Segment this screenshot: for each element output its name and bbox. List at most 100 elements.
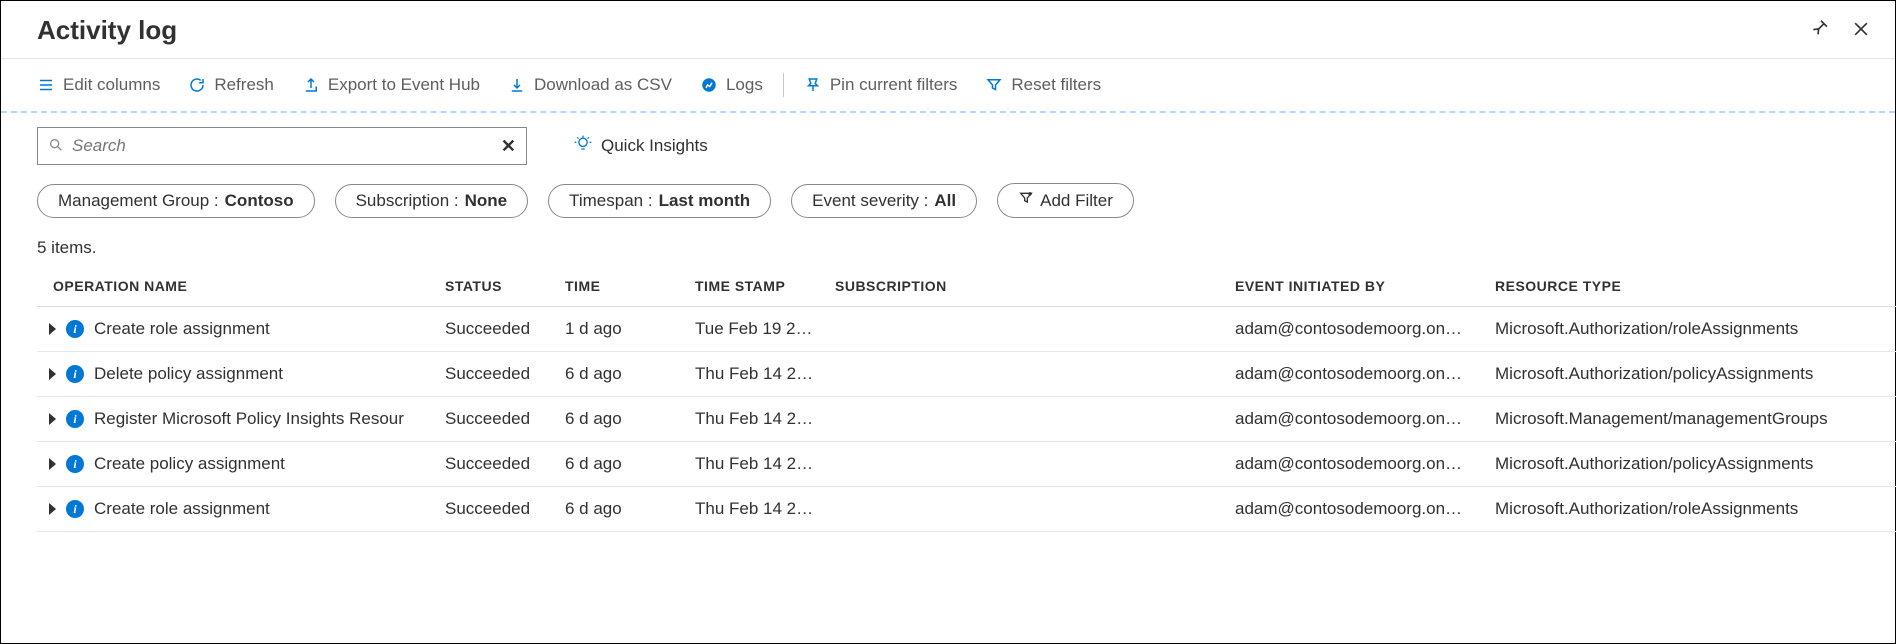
initiated-by-cell: adam@contosodemoorg.on… bbox=[1227, 442, 1487, 487]
quick-insights-button[interactable]: Quick Insights bbox=[573, 134, 708, 159]
clear-search-icon[interactable]: ✕ bbox=[501, 136, 516, 157]
timestamp-cell: Thu Feb 14 2… bbox=[687, 352, 827, 397]
expand-chevron-icon[interactable] bbox=[49, 458, 56, 470]
resource-type-cell: Microsoft.Management/managementGroups bbox=[1487, 397, 1896, 442]
resource-type-cell: Microsoft.Authorization/roleAssignments bbox=[1487, 487, 1896, 532]
info-icon: i bbox=[66, 365, 84, 383]
sub-filter-label: Subscription : bbox=[356, 191, 459, 211]
search-input[interactable] bbox=[64, 136, 501, 156]
reset-filters-icon bbox=[985, 76, 1003, 94]
operation-name: Create policy assignment bbox=[94, 454, 285, 474]
toolbar: Edit columns Refresh Export to Event Hub… bbox=[1, 59, 1895, 113]
logs-button[interactable]: Logs bbox=[700, 75, 763, 95]
items-count: 5 items. bbox=[1, 224, 1895, 266]
status-cell: Succeeded bbox=[437, 442, 557, 487]
initiated-by-cell: adam@contosodemoorg.on… bbox=[1227, 487, 1487, 532]
close-icon[interactable] bbox=[1851, 19, 1871, 42]
initiated-by-cell: adam@contosodemoorg.on… bbox=[1227, 397, 1487, 442]
activity-table: Operation name Status Time Time stamp Su… bbox=[37, 266, 1896, 532]
info-icon: i bbox=[66, 500, 84, 518]
add-filter-icon bbox=[1018, 190, 1034, 211]
logs-label: Logs bbox=[726, 75, 763, 95]
timespan-filter-label: Timespan : bbox=[569, 191, 652, 211]
add-filter-button[interactable]: Add Filter bbox=[997, 183, 1134, 218]
col-header-time[interactable]: Time bbox=[557, 266, 687, 307]
pin-filters-button[interactable]: Pin current filters bbox=[804, 75, 958, 95]
pin-icon[interactable] bbox=[1811, 19, 1831, 42]
operation-name: Create role assignment bbox=[94, 499, 270, 519]
header-icon-group bbox=[1811, 19, 1871, 42]
col-header-resource-type[interactable]: Resource type bbox=[1487, 266, 1896, 307]
status-cell: Succeeded bbox=[437, 487, 557, 532]
download-csv-button[interactable]: Download as CSV bbox=[508, 75, 672, 95]
pin-filters-label: Pin current filters bbox=[830, 75, 958, 95]
filter-pill-severity[interactable]: Event severity : All bbox=[791, 184, 977, 218]
download-label: Download as CSV bbox=[534, 75, 672, 95]
info-icon: i bbox=[66, 320, 84, 338]
severity-filter-value: All bbox=[934, 191, 956, 211]
operation-name: Delete policy assignment bbox=[94, 364, 283, 384]
columns-icon bbox=[37, 76, 55, 94]
quick-insights-label: Quick Insights bbox=[601, 136, 708, 156]
table-header: Operation name Status Time Time stamp Su… bbox=[37, 266, 1896, 307]
mg-filter-value: Contoso bbox=[225, 191, 294, 211]
table-row[interactable]: i Create policy assignment Succeeded 6 d… bbox=[37, 442, 1896, 487]
search-icon bbox=[48, 137, 64, 156]
time-cell: 6 d ago bbox=[557, 487, 687, 532]
table-row[interactable]: i Create role assignment Succeeded 1 d a… bbox=[37, 307, 1896, 352]
col-header-subscription[interactable]: Subscription bbox=[827, 266, 1227, 307]
subscription-cell bbox=[827, 397, 1227, 442]
toolbar-divider bbox=[783, 73, 784, 97]
timestamp-cell: Tue Feb 19 2… bbox=[687, 307, 827, 352]
download-icon bbox=[508, 76, 526, 94]
col-header-initiated-by[interactable]: Event initiated by bbox=[1227, 266, 1487, 307]
col-header-status[interactable]: Status bbox=[437, 266, 557, 307]
table-row[interactable]: i Create role assignment Succeeded 6 d a… bbox=[37, 487, 1896, 532]
lightbulb-icon bbox=[573, 134, 593, 159]
operation-name: Create role assignment bbox=[94, 319, 270, 339]
expand-chevron-icon[interactable] bbox=[49, 503, 56, 515]
reset-filters-button[interactable]: Reset filters bbox=[985, 75, 1101, 95]
resource-type-cell: Microsoft.Authorization/roleAssignments bbox=[1487, 307, 1896, 352]
timestamp-cell: Thu Feb 14 2… bbox=[687, 487, 827, 532]
time-cell: 6 d ago bbox=[557, 397, 687, 442]
subscription-cell bbox=[827, 352, 1227, 397]
severity-filter-label: Event severity : bbox=[812, 191, 928, 211]
status-cell: Succeeded bbox=[437, 307, 557, 352]
col-header-operation[interactable]: Operation name bbox=[37, 266, 437, 307]
initiated-by-cell: adam@contosodemoorg.on… bbox=[1227, 307, 1487, 352]
status-cell: Succeeded bbox=[437, 352, 557, 397]
filter-pill-subscription[interactable]: Subscription : None bbox=[335, 184, 529, 218]
edit-columns-button[interactable]: Edit columns bbox=[37, 75, 160, 95]
pin-filters-icon bbox=[804, 76, 822, 94]
info-icon: i bbox=[66, 455, 84, 473]
export-label: Export to Event Hub bbox=[328, 75, 480, 95]
expand-chevron-icon[interactable] bbox=[49, 323, 56, 335]
filter-pill-management-group[interactable]: Management Group : Contoso bbox=[37, 184, 315, 218]
export-event-hub-button[interactable]: Export to Event Hub bbox=[302, 75, 480, 95]
search-row: ✕ Quick Insights bbox=[1, 113, 1895, 173]
logs-icon bbox=[700, 76, 718, 94]
refresh-button[interactable]: Refresh bbox=[188, 75, 274, 95]
time-cell: 1 d ago bbox=[557, 307, 687, 352]
blade-header: Activity log bbox=[1, 1, 1895, 59]
subscription-cell bbox=[827, 307, 1227, 352]
table-row[interactable]: i Delete policy assignment Succeeded 6 d… bbox=[37, 352, 1896, 397]
timestamp-cell: Thu Feb 14 2… bbox=[687, 442, 827, 487]
resource-type-cell: Microsoft.Authorization/policyAssignment… bbox=[1487, 352, 1896, 397]
expand-chevron-icon[interactable] bbox=[49, 413, 56, 425]
expand-chevron-icon[interactable] bbox=[49, 368, 56, 380]
resource-type-cell: Microsoft.Authorization/policyAssignment… bbox=[1487, 442, 1896, 487]
export-icon bbox=[302, 76, 320, 94]
search-box[interactable]: ✕ bbox=[37, 127, 527, 165]
initiated-by-cell: adam@contosodemoorg.on… bbox=[1227, 352, 1487, 397]
timespan-filter-value: Last month bbox=[659, 191, 751, 211]
table-row[interactable]: i Register Microsoft Policy Insights Res… bbox=[37, 397, 1896, 442]
filter-pill-timespan[interactable]: Timespan : Last month bbox=[548, 184, 771, 218]
sub-filter-value: None bbox=[465, 191, 508, 211]
time-cell: 6 d ago bbox=[557, 352, 687, 397]
refresh-label: Refresh bbox=[214, 75, 274, 95]
col-header-timestamp[interactable]: Time stamp bbox=[687, 266, 827, 307]
edit-columns-label: Edit columns bbox=[63, 75, 160, 95]
operation-name: Register Microsoft Policy Insights Resou… bbox=[94, 409, 404, 429]
